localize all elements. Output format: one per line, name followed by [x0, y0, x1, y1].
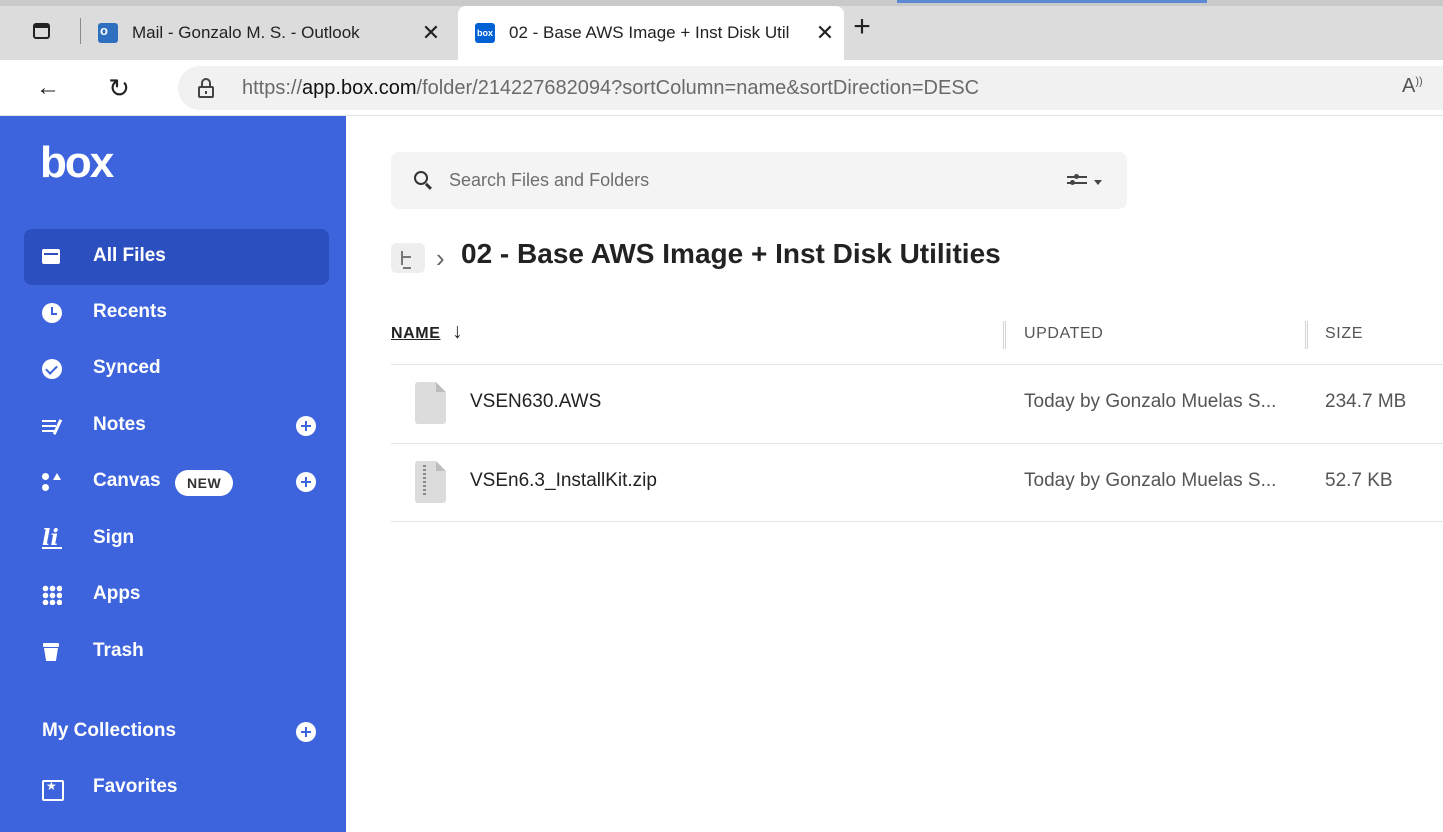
sidebar-item-label: Recents — [93, 301, 167, 322]
row-divider — [391, 521, 1443, 522]
file-size: 234.7 MB — [1325, 391, 1407, 412]
add-note-icon[interactable] — [296, 416, 316, 436]
sidebar: box All Files Recents Synced Notes Canva… — [0, 116, 346, 832]
url-text[interactable]: https://app.box.com/folder/214227682094?… — [242, 77, 979, 100]
back-arrow-icon[interactable]: ← — [33, 73, 63, 103]
file-updated: Today by Gonzalo Muelas S... — [1024, 470, 1277, 491]
column-resize-handle[interactable] — [1003, 321, 1006, 349]
sidebar-item-trash[interactable]: Trash — [24, 624, 329, 680]
sort-descending-icon[interactable]: ↓ — [452, 320, 463, 344]
address-bar-row: ← ↻ https://app.box.com/folder/214227682… — [0, 60, 1443, 116]
close-tab-icon[interactable]: ✕ — [812, 20, 838, 46]
sidebar-item-synced[interactable]: Synced — [24, 341, 329, 397]
page-title: 02 - Base AWS Image + Inst Disk Utilitie… — [461, 238, 1001, 269]
sidebar-item-canvas[interactable]: Canvas NEW — [24, 454, 329, 510]
file-icon — [415, 382, 446, 424]
column-header-updated[interactable]: UPDATED — [1024, 325, 1103, 343]
sidebar-item-all-files[interactable]: All Files — [24, 229, 329, 285]
close-tab-icon[interactable]: ✕ — [418, 20, 444, 46]
tab-outlook[interactable]: Mail - Gonzalo M. S. - Outlook ✕ — [88, 6, 458, 60]
new-tab-icon[interactable]: + — [848, 12, 876, 42]
notes-icon — [42, 416, 62, 436]
tab-actions-icon[interactable] — [30, 19, 54, 43]
tab-loading-indicator — [897, 0, 1207, 3]
tab-box-folder[interactable]: box 02 - Base AWS Image + Inst Disk Util… — [458, 6, 844, 60]
trash-icon — [42, 642, 62, 662]
add-canvas-icon[interactable] — [296, 472, 316, 492]
add-collection-icon[interactable] — [296, 722, 316, 742]
canvas-icon — [42, 472, 62, 492]
search-filter-icon[interactable] — [1067, 171, 1107, 191]
folder-tree-icon[interactable] — [391, 243, 425, 273]
new-badge: NEW — [175, 470, 234, 496]
my-collections-heading[interactable]: My Collections — [42, 720, 176, 742]
sidebar-item-notes[interactable]: Notes — [24, 398, 329, 454]
file-name[interactable]: VSEn6.3_InstallKit.zip — [470, 470, 657, 492]
search-input[interactable] — [449, 166, 1049, 194]
clock-icon — [42, 303, 62, 323]
box-favicon-icon: box — [475, 23, 495, 43]
browser-tab-strip: Mail - Gonzalo M. S. - Outlook ✕ box 02 … — [0, 0, 1443, 60]
file-name[interactable]: VSEN630.AWS — [470, 391, 601, 413]
sidebar-item-label: Notes — [93, 414, 146, 435]
column-header-size[interactable]: SIZE — [1325, 325, 1363, 343]
sidebar-item-label: Trash — [93, 640, 144, 661]
zip-file-icon — [415, 461, 446, 503]
apps-grid-icon — [42, 585, 62, 605]
tab-title: 02 - Base AWS Image + Inst Disk Utilitie… — [509, 23, 789, 42]
sidebar-item-label: Sign — [93, 527, 135, 548]
column-header-name[interactable]: NAME — [391, 325, 441, 343]
tab-title: Mail - Gonzalo M. S. - Outlook — [132, 23, 360, 42]
favorites-icon — [42, 778, 64, 801]
table-row[interactable]: VSEN630.AWS Today by Gonzalo Muelas S...… — [391, 365, 1443, 443]
reload-icon[interactable]: ↻ — [104, 73, 134, 103]
chevron-right-icon: › — [436, 243, 445, 273]
file-size: 52.7 KB — [1325, 470, 1393, 491]
sidebar-item-label: Favorites — [93, 776, 178, 797]
search-icon[interactable] — [414, 171, 428, 185]
file-updated: Today by Gonzalo Muelas S... — [1024, 391, 1277, 412]
table-row[interactable]: VSEn6.3_InstallKit.zip Today by Gonzalo … — [391, 444, 1443, 522]
read-aloud-icon[interactable]: A)) — [1402, 75, 1423, 98]
box-logo[interactable]: box — [40, 138, 114, 188]
signature-icon: li — [42, 527, 62, 549]
column-resize-handle[interactable] — [1305, 321, 1308, 349]
tab-divider — [80, 18, 81, 44]
sidebar-item-label: All Files — [93, 245, 166, 266]
sidebar-item-apps[interactable]: Apps — [24, 567, 329, 623]
sidebar-item-recents[interactable]: Recents — [24, 285, 329, 341]
sidebar-item-label: Apps — [93, 583, 141, 604]
sidebar-item-label: Canvas — [93, 470, 161, 491]
folder-icon — [42, 247, 62, 267]
sidebar-item-label: Synced — [93, 357, 161, 378]
sidebar-item-favorites[interactable]: Favorites — [24, 760, 329, 816]
url-field[interactable]: https://app.box.com/folder/214227682094?… — [178, 66, 1443, 110]
check-circle-icon — [42, 359, 62, 379]
outlook-favicon-icon — [98, 23, 118, 43]
sidebar-item-sign[interactable]: li Sign — [24, 511, 329, 567]
search-bar — [391, 152, 1127, 209]
lock-icon — [197, 78, 215, 98]
